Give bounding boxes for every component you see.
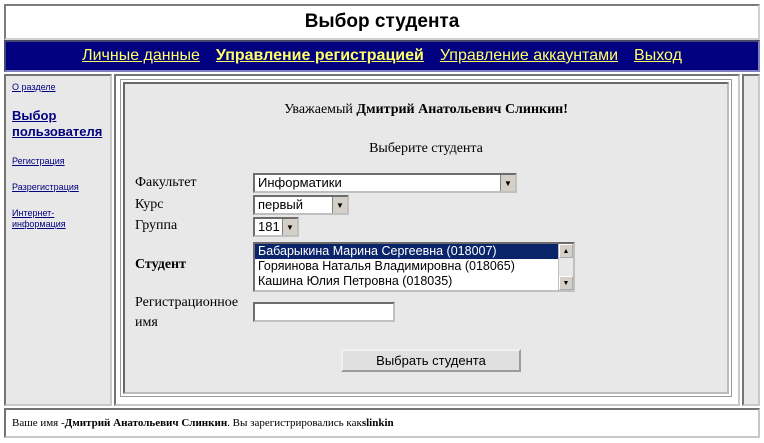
faculty-select-value: Информатики bbox=[258, 175, 342, 190]
page-title: Выбор студента bbox=[4, 4, 760, 40]
chevron-down-icon[interactable]: ▼ bbox=[332, 197, 347, 213]
footer-user-name: Дмитрий Анатольевич Слинкин bbox=[64, 417, 228, 429]
regname-label: Регистрационное имя bbox=[135, 295, 239, 330]
main-panel: Уважаемый Дмитрий Анатольевич Слинкин! В… bbox=[114, 74, 740, 406]
nav-logout[interactable]: Выход bbox=[634, 47, 682, 65]
list-item[interactable]: Кашина Юлия Петровна (018035) bbox=[255, 274, 573, 289]
student-listbox[interactable]: Бабарыкина Марина Сергеевна (018007) Гор… bbox=[253, 242, 575, 292]
chevron-down-icon[interactable]: ▼ bbox=[500, 175, 515, 191]
footer-prefix: Ваше имя - bbox=[12, 417, 65, 429]
greeting: Уважаемый Дмитрий Анатольевич Слинкин! bbox=[125, 102, 727, 118]
scroll-up-icon[interactable]: ▲ bbox=[559, 244, 573, 258]
group-select-value: 181 bbox=[258, 219, 280, 234]
student-list-scrollbar[interactable]: ▲ ▼ bbox=[558, 244, 573, 290]
faculty-label: Факультет bbox=[135, 175, 197, 190]
top-nav: Личные данные Управление регистрацией Уп… bbox=[4, 40, 760, 72]
footer-middle: . Вы зарегистрировались как bbox=[227, 417, 362, 429]
chevron-down-icon[interactable]: ▼ bbox=[282, 219, 297, 235]
select-student-button[interactable]: Выбрать студента bbox=[341, 349, 521, 372]
faculty-select[interactable]: Информатики ▼ bbox=[253, 173, 517, 193]
footer: Ваше имя - Дмитрий Анатольевич Слинкин. … bbox=[4, 408, 760, 438]
right-gutter bbox=[742, 74, 760, 406]
student-label: Студент bbox=[135, 257, 186, 272]
student-form: Уважаемый Дмитрий Анатольевич Слинкин! В… bbox=[120, 79, 732, 397]
nav-account-management[interactable]: Управление аккаунтами bbox=[440, 47, 618, 65]
sidebar: О разделе Выбор пользователя Регистрация… bbox=[4, 74, 112, 406]
sidebar-item-internet-info[interactable]: Интернет-информация bbox=[12, 208, 104, 230]
footer-login: slinkin bbox=[361, 417, 394, 429]
group-label: Группа bbox=[135, 218, 178, 233]
page-title-text: Выбор студента bbox=[304, 11, 460, 32]
course-select[interactable]: первый ▼ bbox=[253, 195, 349, 215]
sidebar-item-select-user[interactable]: Выбор пользователя bbox=[12, 108, 104, 140]
sidebar-item-about[interactable]: О разделе bbox=[12, 82, 104, 93]
nav-personal-data[interactable]: Личные данные bbox=[82, 47, 200, 65]
list-item[interactable]: Горяинова Наталья Владимировна (018065) bbox=[255, 259, 573, 274]
nav-registration-management[interactable]: Управление регистрацией bbox=[216, 47, 424, 65]
scroll-down-icon[interactable]: ▼ bbox=[559, 276, 573, 290]
group-select[interactable]: 181 ▼ bbox=[253, 217, 299, 237]
sidebar-item-deregistration[interactable]: Разрегистрация bbox=[12, 182, 104, 193]
regname-input[interactable] bbox=[253, 302, 395, 322]
greeting-prefix: Уважаемый bbox=[284, 102, 357, 117]
list-item[interactable]: Бабарыкина Марина Сергеевна (018007) bbox=[255, 244, 573, 259]
greeting-name: Дмитрий Анатольевич Слинкин! bbox=[356, 102, 568, 117]
course-label: Курс bbox=[135, 197, 164, 212]
sidebar-item-registration[interactable]: Регистрация bbox=[12, 156, 104, 167]
form-subtitle: Выберите студента bbox=[369, 141, 483, 156]
course-select-value: первый bbox=[258, 197, 304, 212]
